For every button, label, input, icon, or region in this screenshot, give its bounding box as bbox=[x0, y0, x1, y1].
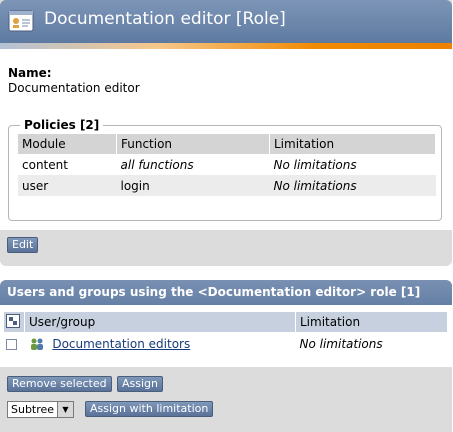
column-header-limitation: Limitation bbox=[269, 134, 436, 154]
column-header-module: Module bbox=[18, 134, 117, 154]
chevron-down-icon[interactable]: ▼ bbox=[57, 402, 73, 417]
policy-limitation: No limitations bbox=[269, 175, 436, 196]
remove-selected-button[interactable]: Remove selected bbox=[7, 376, 112, 392]
table-row: content all functions No limitations bbox=[18, 154, 436, 175]
assign-with-limitation-button[interactable]: Assign with limitation bbox=[85, 401, 214, 417]
column-header-function: Function bbox=[116, 134, 270, 154]
policy-module: content bbox=[18, 154, 117, 175]
policy-function: login bbox=[116, 175, 270, 196]
user-group-icon bbox=[29, 337, 49, 351]
users-list: User/group Limitation Documentation edit… bbox=[0, 305, 452, 367]
column-header-user-group: User/group bbox=[24, 312, 296, 332]
users-header: Users and groups using the <Documentatio… bbox=[0, 280, 452, 305]
role-details: Name: Documentation editor Policies [2] … bbox=[0, 49, 452, 230]
table-row: Documentation editors No limitations bbox=[4, 332, 448, 356]
policy-function: all functions bbox=[116, 154, 270, 175]
user-limitation: No limitations bbox=[295, 332, 448, 356]
assign-button[interactable]: Assign bbox=[117, 376, 163, 392]
limitation-select-value: Subtree bbox=[11, 403, 55, 416]
role-card-icon bbox=[8, 9, 34, 33]
page-title: Documentation editor [Role] bbox=[44, 9, 286, 29]
policies-table: Module Function Limitation content all f… bbox=[18, 134, 436, 196]
users-panel: Users and groups using the <Documentatio… bbox=[0, 280, 452, 432]
users-title: Users and groups using the <Documentatio… bbox=[7, 285, 421, 299]
role-panel: Documentation editor [Role] Name: Docume… bbox=[0, 0, 452, 266]
row-checkbox[interactable] bbox=[6, 339, 17, 350]
toggle-selection-icon[interactable] bbox=[6, 313, 20, 331]
edit-button[interactable]: Edit bbox=[7, 237, 39, 253]
policies-fieldset: Policies [2] Module Function Limitation … bbox=[8, 118, 442, 221]
policy-module: user bbox=[18, 175, 117, 196]
users-table: User/group Limitation Documentation edit… bbox=[4, 312, 448, 356]
toggle-selection-header bbox=[4, 312, 25, 332]
limitation-select[interactable]: Subtree ▼ bbox=[7, 401, 74, 418]
name-label: Name: bbox=[8, 66, 52, 80]
table-row: user login No limitations bbox=[18, 175, 436, 196]
policies-legend: Policies [2] bbox=[20, 118, 104, 132]
column-header-limitation: Limitation bbox=[295, 312, 448, 332]
name-value: Documentation editor bbox=[8, 81, 140, 95]
role-header: Documentation editor [Role] bbox=[0, 0, 452, 43]
group-link[interactable]: Documentation editors bbox=[52, 337, 190, 351]
policy-limitation: No limitations bbox=[269, 154, 436, 175]
